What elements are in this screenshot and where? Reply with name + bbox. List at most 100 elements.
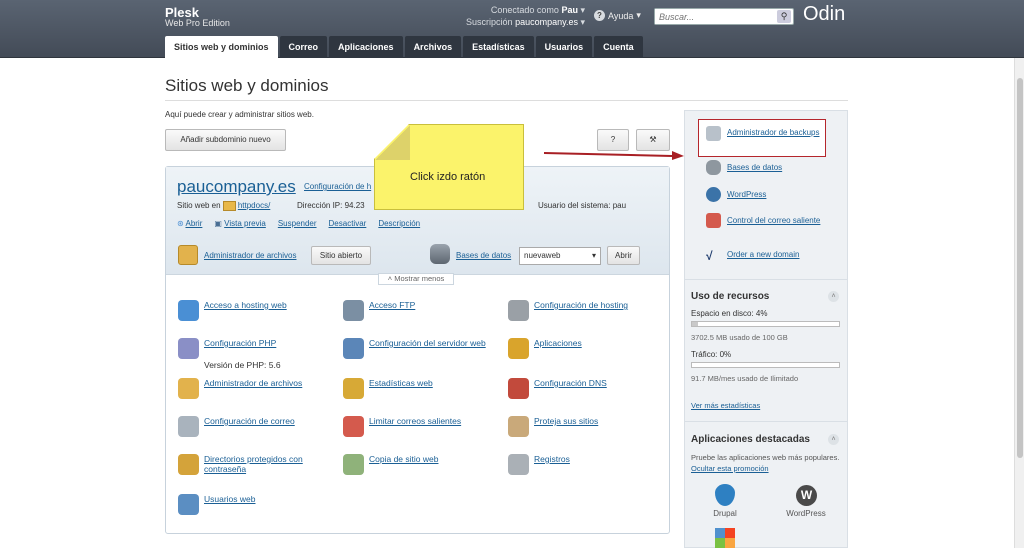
backup-icon — [706, 126, 721, 141]
sidebar-link-backups[interactable]: Administrador de backups — [727, 128, 847, 138]
tool-link[interactable]: Proteja sus sitios — [534, 416, 598, 426]
file-manager-link[interactable]: Administrador de archivos — [204, 251, 296, 260]
title-divider — [165, 100, 848, 101]
top-bar: Plesk Web Pro Edition Conectado como Pau… — [0, 0, 1024, 58]
ip-address: Dirección IP: 94.23 — [297, 201, 365, 210]
tab-websites[interactable]: Sitios web y dominios — [165, 36, 278, 58]
open-action[interactable]: ⊛ Abrir — [177, 219, 202, 228]
collapse-apps-icon[interactable]: ˄ — [828, 434, 839, 445]
wordpress-label[interactable]: WordPress — [781, 509, 831, 518]
sidebar-link-mail-control[interactable]: Control del correo saliente — [727, 216, 847, 226]
folder-icon — [222, 201, 236, 211]
tab-applications[interactable]: Aplicaciones — [329, 36, 403, 58]
site-open-button[interactable]: Sitio abierto — [311, 246, 371, 265]
sidebar-link-databases[interactable]: Bases de datos — [727, 163, 847, 173]
subscription-menu[interactable]: paucompany.es — [515, 17, 578, 27]
user-info: Conectado como Pau ▾ Suscripción paucomp… — [466, 5, 585, 27]
wordpress-icon[interactable]: W — [796, 485, 817, 506]
sidebar-link-order-domain[interactable]: Order a new domain — [727, 250, 847, 260]
tool-icon — [343, 454, 364, 475]
traffic-usage-text: 91.7 MB/mes usado de Ilimitado — [691, 374, 799, 383]
user-menu[interactable]: Pau — [561, 5, 578, 15]
tool-link[interactable]: Acceso a hosting web — [204, 300, 287, 310]
tool-link[interactable]: Copia de sitio web — [369, 454, 438, 464]
mail-control-icon — [706, 213, 721, 228]
sidebar-divider — [685, 279, 847, 280]
system-user: Usuario del sistema: pau — [538, 201, 627, 210]
drupal-label[interactable]: Drupal — [700, 509, 750, 518]
domain-name-link[interactable]: paucompany.es — [177, 177, 296, 197]
wordpress-icon — [706, 187, 721, 202]
traffic-usage-bar — [691, 362, 840, 368]
search-box: ⚲ — [654, 8, 794, 25]
tool-icon — [508, 454, 529, 475]
help-menu[interactable]: ? Ayuda ▾ — [594, 10, 641, 21]
tool-icon — [178, 378, 199, 399]
tool-link[interactable]: Configuración de hosting — [534, 300, 628, 310]
tool-link[interactable]: Configuración del servidor web — [369, 338, 486, 348]
docroot-link[interactable]: httpdocs/ — [238, 201, 270, 210]
apps-intro: Pruebe las aplicaciones web más populare… — [691, 452, 841, 474]
main-tabs: Sitios web y dominios Correo Aplicacione… — [165, 36, 643, 58]
add-subdomain-button[interactable]: Añadir subdominio nuevo — [165, 129, 286, 151]
chevron-down-icon: ▾ — [591, 251, 596, 260]
tool-link[interactable]: Aplicaciones — [534, 338, 582, 348]
collapse-resources-icon[interactable]: ˄ — [828, 291, 839, 302]
tool-icon — [343, 338, 364, 359]
database-icon — [706, 160, 721, 175]
description-link[interactable]: Descripción — [378, 219, 420, 228]
disk-label: Espacio en disco: 4% — [691, 309, 768, 318]
tab-users[interactable]: Usuarios — [535, 36, 593, 58]
tool-icon — [178, 494, 199, 515]
open-icon: ⊛ — [177, 219, 184, 228]
tool-link[interactable]: Administrador de archivos — [204, 378, 302, 388]
show-less-toggle[interactable]: ˄ Mostrar menos — [378, 273, 454, 285]
show-less-label: Mostrar menos — [394, 274, 445, 283]
site-label: Sitio web en — [177, 201, 221, 211]
domain-panel: paucompany.es Configuración de h Sitio w… — [165, 166, 670, 534]
featured-apps-title: Aplicaciones destacadas — [691, 434, 810, 445]
traffic-label: Tráfico: 0% — [691, 350, 732, 359]
hosting-config-link[interactable]: Configuración de h — [304, 182, 371, 191]
brand-edition: Web Pro Edition — [165, 18, 230, 28]
preview-link[interactable]: Vista previa — [224, 219, 266, 228]
tab-account[interactable]: Cuenta — [594, 36, 643, 58]
tool-link[interactable]: Directorios protegidos con contraseña — [204, 454, 328, 474]
page-scrollbar[interactable] — [1014, 58, 1024, 548]
open-link[interactable]: Abrir — [185, 219, 202, 228]
scrollbar-thumb[interactable] — [1017, 78, 1023, 458]
preview-action[interactable]: ▣ Vista previa — [214, 219, 265, 228]
disk-usage-bar — [691, 321, 840, 327]
sticky-note-annotation: Click izdo ratón — [374, 124, 524, 210]
tool-icon — [508, 378, 529, 399]
suspend-link[interactable]: Suspender — [278, 219, 317, 228]
tool-icon — [343, 300, 364, 321]
tool-link[interactable]: Configuración PHP — [204, 338, 276, 348]
database-icon — [430, 244, 450, 264]
database-open-button[interactable]: Abrir — [607, 246, 640, 265]
tab-statistics[interactable]: Estadísticas — [463, 36, 534, 58]
tab-mail[interactable]: Correo — [279, 36, 328, 58]
help-icon: ? — [594, 10, 605, 21]
database-select[interactable]: nuevaweb ▾ — [519, 247, 601, 265]
tool-subtext: Versión de PHP: 5.6 — [204, 360, 281, 370]
tool-link[interactable]: Limitar correos salientes — [369, 416, 461, 426]
databases-link[interactable]: Bases de datos — [456, 251, 511, 260]
tool-link[interactable]: Configuración de correo — [204, 416, 295, 426]
resources-title: Uso de recursos — [691, 291, 770, 302]
tool-link[interactable]: Estadísticas web — [369, 378, 433, 388]
search-icon[interactable]: ⚲ — [777, 10, 791, 23]
tool-link[interactable]: Configuración DNS — [534, 378, 607, 388]
tool-link[interactable]: Registros — [534, 454, 570, 464]
subscription-label: Suscripción — [466, 17, 513, 27]
joomla-icon[interactable] — [715, 528, 735, 548]
disable-link[interactable]: Desactivar — [329, 219, 367, 228]
tab-files[interactable]: Archivos — [404, 36, 462, 58]
tool-link[interactable]: Acceso FTP — [369, 300, 415, 310]
hide-promo-link[interactable]: Ocultar esta promoción — [691, 464, 769, 473]
sidebar-link-wordpress[interactable]: WordPress — [727, 190, 847, 200]
more-stats-link[interactable]: Ver más estadísticas — [691, 401, 760, 410]
search-input[interactable] — [655, 9, 773, 24]
tool-link[interactable]: Usuarios web — [204, 494, 256, 504]
disk-usage-fill — [692, 322, 698, 326]
